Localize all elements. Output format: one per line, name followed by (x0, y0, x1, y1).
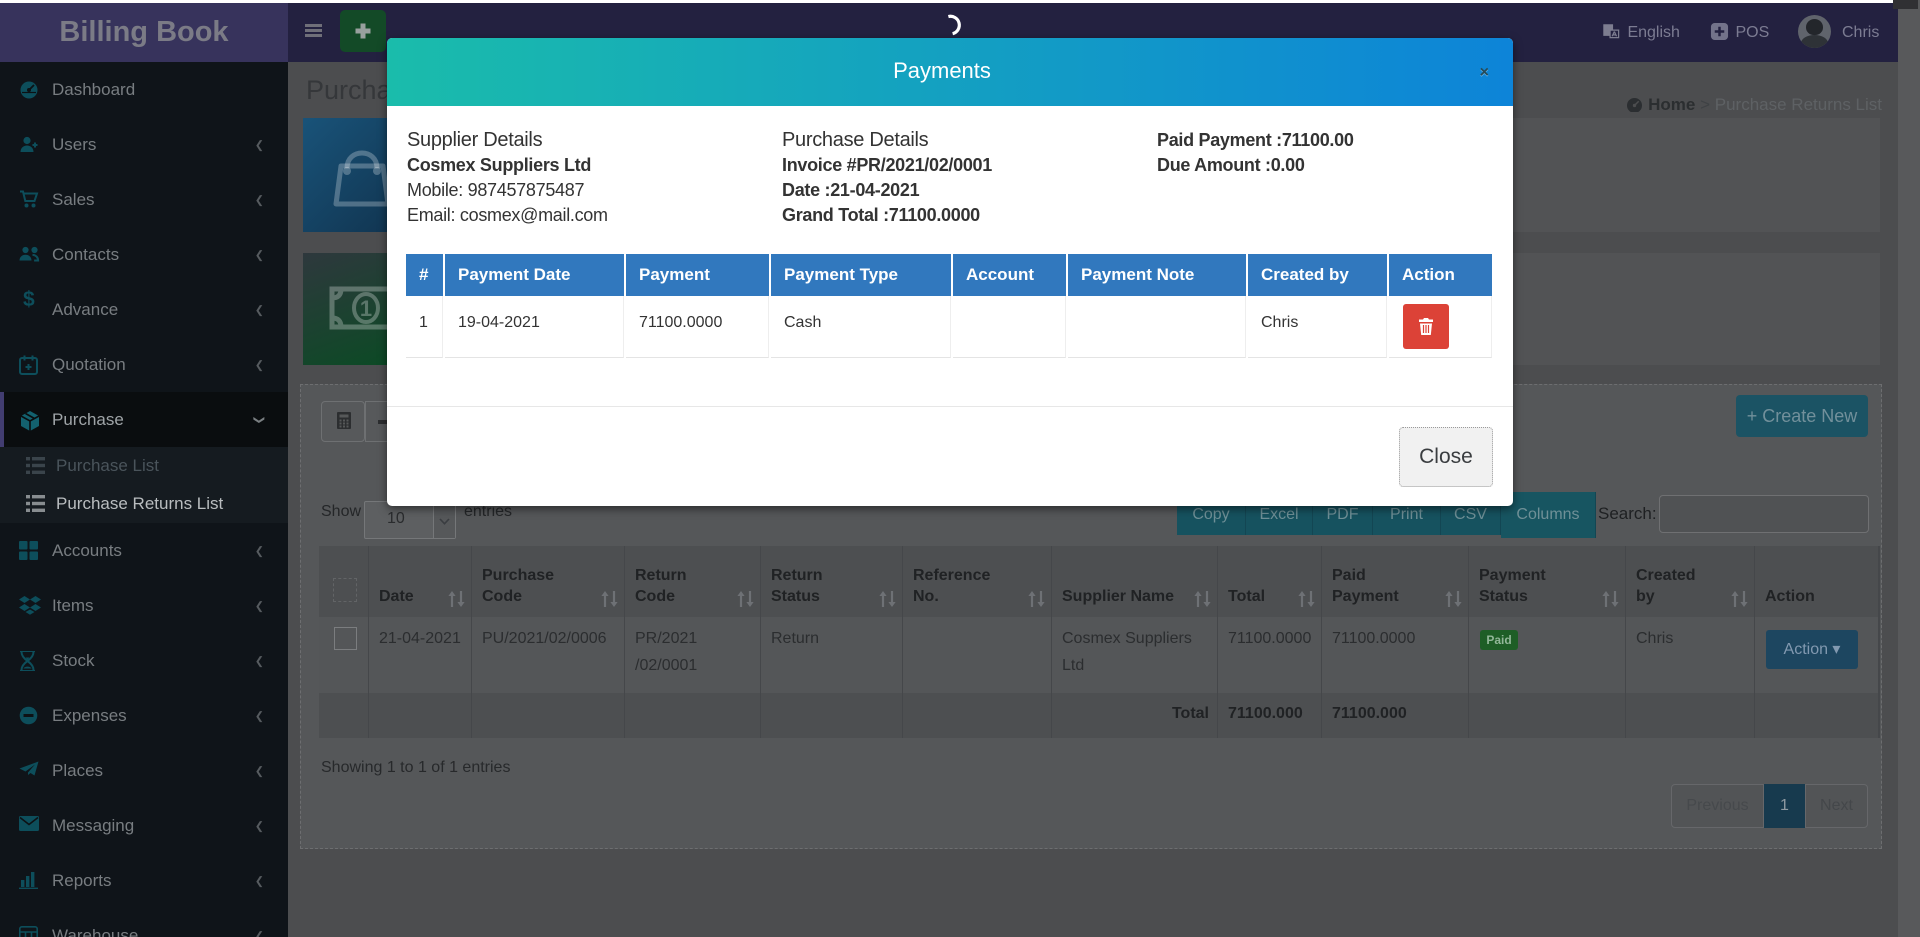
svg-text:1: 1 (360, 296, 372, 321)
